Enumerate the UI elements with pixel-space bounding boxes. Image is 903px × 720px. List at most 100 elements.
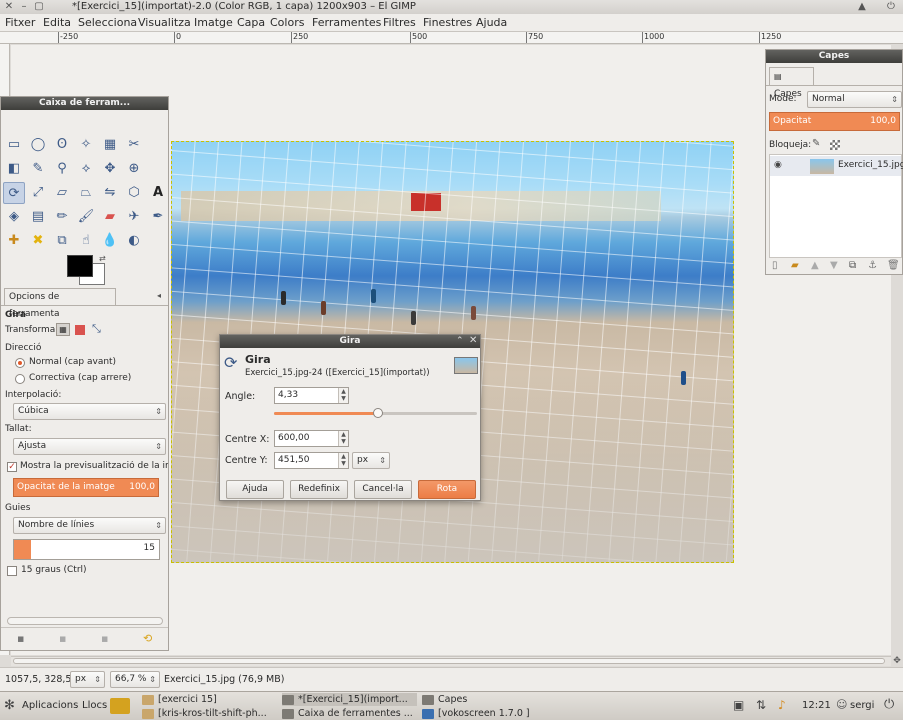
image-opacity-slider[interactable]: Opacitat de la imatge 100,0 xyxy=(13,478,159,497)
show-desktop-icon[interactable] xyxy=(110,698,130,714)
select-by-color-icon[interactable]: ▦ xyxy=(99,134,121,156)
cage-icon[interactable]: ⬡ xyxy=(123,182,145,204)
save-options-icon[interactable]: ▪ xyxy=(17,632,24,645)
menu-colors[interactable]: Colors xyxy=(270,14,304,31)
foreground-select-icon[interactable]: ◧ xyxy=(3,158,25,180)
task-toolbox[interactable]: Caixa de ferramentes ... xyxy=(282,707,417,720)
power-icon[interactable]: ⏻ xyxy=(884,697,894,712)
minimize-window-icon[interactable]: – xyxy=(18,1,30,13)
paths-icon[interactable]: ✎ xyxy=(27,158,49,180)
new-layer-icon[interactable]: ▯ xyxy=(772,260,778,271)
blend-icon[interactable]: ▤ xyxy=(27,206,49,228)
duplicate-layer-icon[interactable]: ⧉ xyxy=(849,260,856,271)
heal-icon[interactable]: ✚ xyxy=(3,230,25,252)
reset-button[interactable]: Redefinix xyxy=(290,480,348,499)
layer-row[interactable]: ◉ Exercici_15.jpg xyxy=(770,156,903,176)
scale-icon[interactable]: ⤢ xyxy=(27,182,49,204)
clone-icon[interactable]: ✖ xyxy=(27,230,49,252)
menu-capa[interactable]: Capa xyxy=(237,14,265,31)
lower-layer-icon[interactable]: ▼ xyxy=(830,260,838,271)
menu-visualitza[interactable]: Visualitza xyxy=(138,14,191,31)
task-gimp-image[interactable]: *[Exercici_15](import... xyxy=(282,693,417,706)
rect-select-icon[interactable]: ▭ xyxy=(3,134,25,156)
interpolation-select[interactable]: Cúbica ⇕ xyxy=(13,403,166,420)
navigate-icon[interactable]: ✥ xyxy=(891,656,903,666)
menu-ferramentes[interactable]: Ferramentes xyxy=(312,14,381,31)
rotate-button[interactable]: Rota xyxy=(418,480,476,499)
fuzzy-select-icon[interactable]: ✧ xyxy=(75,134,97,156)
transform-selection-icon[interactable] xyxy=(75,325,85,335)
dodge-burn-icon[interactable]: ◐ xyxy=(123,230,145,252)
maximize-window-icon[interactable]: ▢ xyxy=(33,1,45,13)
canvas-hscrollbar[interactable] xyxy=(11,656,891,666)
swap-colors-icon[interactable]: ⇄ xyxy=(99,254,106,263)
menu-filtres[interactable]: Filtres xyxy=(383,14,416,31)
reset-options-icon[interactable]: ⟲ xyxy=(143,632,152,645)
user-name[interactable]: sergi xyxy=(850,700,874,711)
cancel-button[interactable]: Cancel·la xyxy=(354,480,412,499)
angle-slider-handle[interactable] xyxy=(372,408,383,418)
smudge-icon[interactable]: ☝ xyxy=(75,230,97,252)
ellipse-select-icon[interactable]: ◯ xyxy=(27,134,49,156)
mode-select[interactable]: Normal ⇕ xyxy=(807,91,902,108)
text-tool-icon[interactable]: A xyxy=(147,182,169,204)
angle-input[interactable]: 4,33 ▲ ▼ xyxy=(274,387,349,404)
measure-icon[interactable]: ⟡ xyxy=(75,158,97,180)
scissors-icon[interactable]: ✂ xyxy=(123,134,145,156)
direction-corrective-radio[interactable] xyxy=(15,374,25,384)
move-icon[interactable]: ✥ xyxy=(99,158,121,180)
menu-edita[interactable]: Edita xyxy=(43,14,71,31)
options-scrollbar[interactable] xyxy=(7,617,163,625)
layer-opacity-slider[interactable]: Opacitat 100,0 xyxy=(769,112,900,131)
tray-app-icon[interactable]: ▣ xyxy=(733,698,744,712)
blur-icon[interactable]: 💧 xyxy=(99,230,121,252)
applications-menu[interactable]: Aplicacions xyxy=(22,700,78,711)
horizontal-ruler[interactable]: -250 0 250 500 750 1000 1250 xyxy=(0,32,903,44)
dialog-shade-icon[interactable]: ⌃ xyxy=(456,336,464,346)
transform-layer-icon[interactable]: ▦ xyxy=(56,323,70,336)
zoom-icon[interactable]: ⚲ xyxy=(51,158,73,180)
restore-options-icon[interactable]: ▪ xyxy=(59,632,66,645)
tab-tool-options[interactable]: Opcions de ferramenta xyxy=(4,288,116,319)
delete-layer-icon[interactable]: 🗑 xyxy=(887,260,900,271)
dialog-close-icon[interactable]: ✕ xyxy=(469,335,477,346)
rotate-dialog-titlebar[interactable]: Gira xyxy=(220,335,480,348)
menu-fitxer[interactable]: Fitxer xyxy=(5,14,35,31)
free-select-icon[interactable]: ʘ xyxy=(51,134,73,156)
panel-menu-icon[interactable]: ◂ xyxy=(157,291,161,300)
center-x-input[interactable]: 600,00 ▲ ▼ xyxy=(274,430,349,447)
menu-selecciona[interactable]: Selecciona xyxy=(78,14,137,31)
raise-layer-icon[interactable]: ▲ xyxy=(811,260,819,271)
task-vokoscreen[interactable]: [vokoscreen 1.7.0 ] xyxy=(422,707,542,720)
bucket-fill-icon[interactable]: ◈ xyxy=(3,206,25,228)
task-folder-exercici[interactable]: [exercici 15] xyxy=(142,693,277,706)
new-layer-group-icon[interactable]: ▰ xyxy=(791,260,799,271)
zoom-select[interactable]: 66,7 % ⇕ xyxy=(110,671,160,688)
menu-finestres[interactable]: Finestres xyxy=(423,14,472,31)
perspective-icon[interactable]: ⏢ xyxy=(75,182,97,204)
clipping-select[interactable]: Ajusta ⇕ xyxy=(13,438,166,455)
direction-normal-radio[interactable] xyxy=(15,358,25,368)
system-menu-icon[interactable]: ✻ xyxy=(4,698,15,713)
clock[interactable]: 12:21 xyxy=(802,700,831,711)
delete-options-icon[interactable]: ▪ xyxy=(101,632,108,645)
unit-select[interactable]: px ⇕ xyxy=(352,452,390,469)
layers-titlebar[interactable]: Capes xyxy=(766,50,902,63)
angle-slider[interactable] xyxy=(274,408,477,418)
window-menu-icon[interactable]: ▲ xyxy=(856,1,868,13)
preview-checkbox[interactable]: ✓ xyxy=(7,462,17,472)
task-layers[interactable]: Capes xyxy=(422,693,542,706)
paintbrush-icon[interactable]: 🖌 xyxy=(75,206,97,228)
task-folder-kris-kros[interactable]: [kris-kros-tilt-shift-ph... xyxy=(142,707,277,720)
help-button[interactable]: Ajuda xyxy=(226,480,284,499)
align-icon[interactable]: ⊕ xyxy=(123,158,145,180)
shear-icon[interactable]: ▱ xyxy=(51,182,73,204)
guide-lines-spinner[interactable]: 15 xyxy=(13,539,160,560)
flip-icon[interactable]: ⇋ xyxy=(99,182,121,204)
lock-alpha-icon[interactable] xyxy=(830,140,840,150)
anchor-layer-icon[interactable]: ⚓ xyxy=(868,260,877,271)
rotate-icon[interactable]: ⟳ xyxy=(3,182,25,204)
perspective-clone-icon[interactable]: ⧉ xyxy=(51,230,73,252)
center-y-input[interactable]: 451,50 ▲ ▼ xyxy=(274,452,349,469)
snap-15-checkbox[interactable] xyxy=(7,566,17,576)
